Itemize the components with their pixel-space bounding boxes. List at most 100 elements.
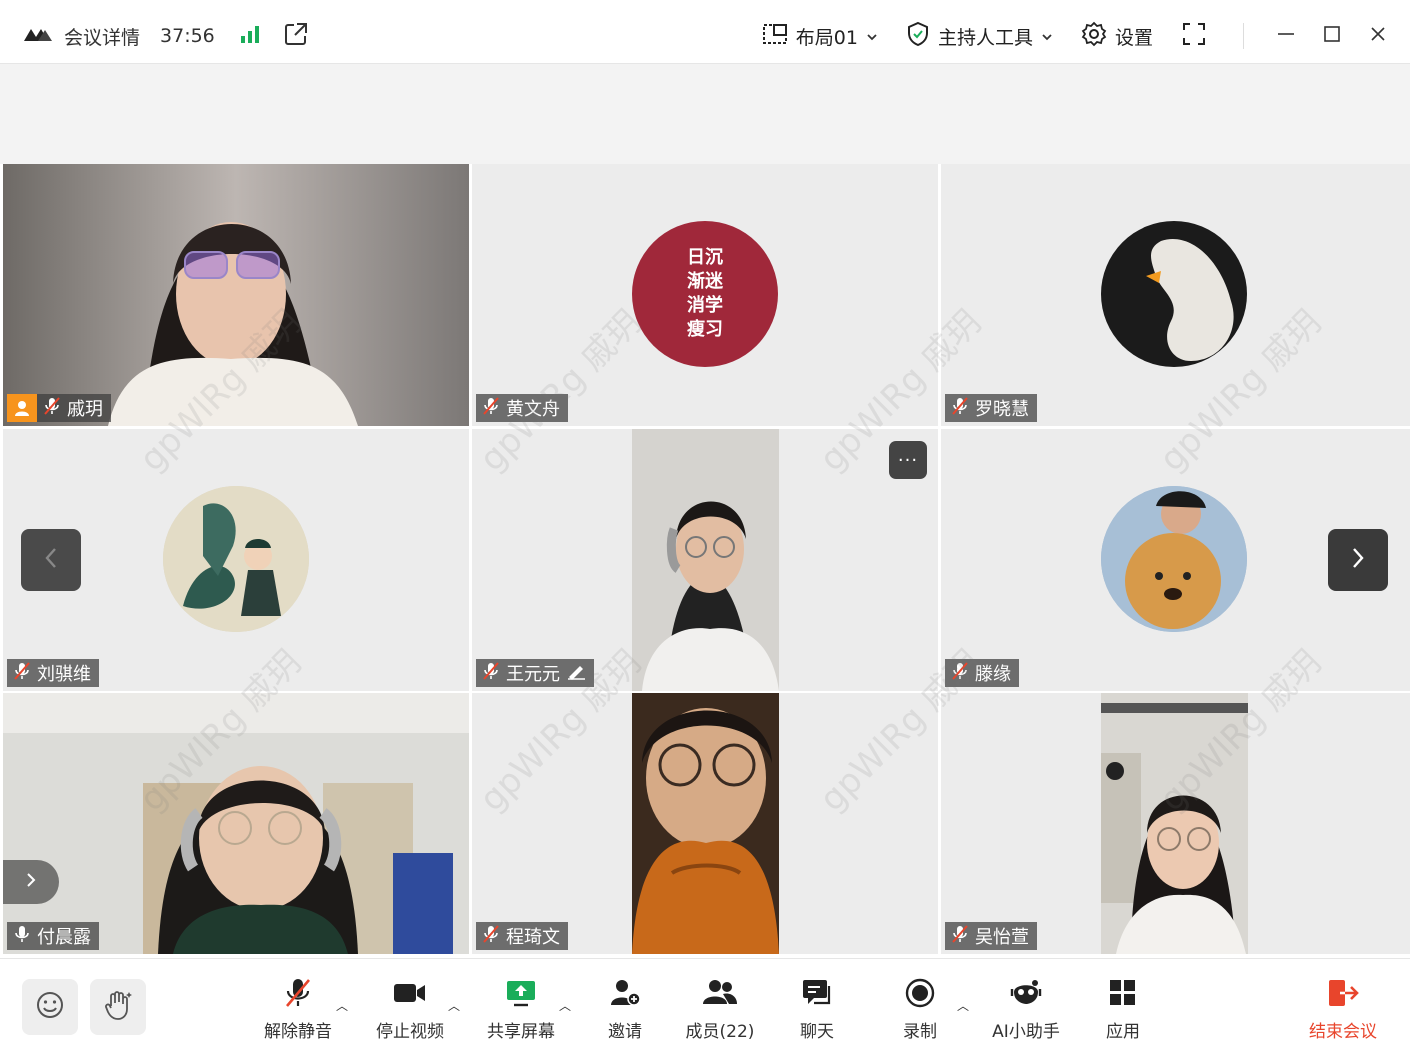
participant-name: 滕缘 [975,664,1011,685]
maximize-button[interactable] [1322,24,1342,48]
mic-icon [13,924,31,949]
chat-label: 聊天 [800,1022,834,1042]
participant-name-bar: 程琦文 [476,922,568,950]
record-icon [903,977,937,1013]
participant-name-bar: 王元元 [476,659,594,687]
maximize-icon [1322,24,1342,48]
participant-name: 黄文舟 [506,399,560,420]
signal-strength-icon[interactable] [239,24,261,48]
chat-icon [800,977,834,1013]
avatar-text-line: 日沉 [687,247,723,268]
participant-name-bar: 刘骐维 [7,659,99,687]
title-bar: 会议详情 37:56 布局01 主持人工具 设置 [0,0,1410,64]
mic-muted-icon [482,396,500,421]
layout-label: 布局01 [795,26,858,49]
participant-tile[interactable]: 日沉 渐迷 消学 瘦习 黄文舟 [472,164,938,426]
participant-tile[interactable]: 刘骐维 [3,429,469,691]
apps-label: 应用 [1106,1022,1140,1042]
stop-video-button[interactable]: 停止视频 [365,977,455,1042]
layout-dropdown[interactable]: 布局01 [762,22,878,51]
mic-muted-icon [482,924,500,949]
previous-page-button[interactable] [21,529,81,591]
avatar: 日沉 渐迷 消学 瘦习 [632,221,778,367]
participant-name: 罗晓慧 [975,399,1029,420]
raise-hand-icon [103,989,133,1025]
members-button[interactable]: 成员(22) [675,977,765,1042]
avatar [1101,221,1247,367]
unmute-options-caret[interactable]: ︿ [336,997,348,1014]
participant-tile[interactable]: 戚玥 [3,164,469,426]
participant-tile[interactable]: 滕缘 [941,429,1410,691]
record-options-caret[interactable]: ︿ [957,997,969,1014]
apps-button[interactable]: 应用 [1078,977,1168,1042]
participant-name: 付晨露 [37,927,91,948]
participant-tile[interactable]: ··· 王元元 [472,429,938,691]
share-screen-button[interactable]: 共享屏幕 [476,977,566,1042]
share-link-icon[interactable] [283,21,309,51]
chat-button[interactable]: 聊天 [772,977,862,1042]
top-blank-area [0,64,1410,164]
layout-icon [762,22,788,51]
settings-label: 设置 [1114,26,1153,49]
reaction-button[interactable] [22,979,78,1035]
more-options-button[interactable]: ··· [889,441,927,479]
avatar-text-line: 渐迷 [687,271,723,292]
record-button[interactable]: 录制 [875,977,965,1042]
unmute-button[interactable]: 解除静音 [253,977,343,1042]
ai-assistant-label: AI小助手 [992,1022,1060,1042]
participant-video [3,693,469,954]
participant-video [1101,693,1248,954]
participant-video [3,164,469,426]
avatar-text-line: 消学 [687,295,723,316]
ai-assistant-button[interactable]: AI小助手 [981,977,1071,1042]
mic-muted-icon [281,977,315,1013]
participant-tile[interactable]: 付晨露 [3,693,469,954]
host-badge-icon [7,394,37,422]
minimize-button[interactable] [1276,24,1296,48]
meeting-details-link[interactable]: 会议详情 [64,23,140,50]
host-tools-dropdown[interactable]: 主持人工具 [906,21,1053,52]
participant-name: 程琦文 [506,927,560,948]
avatar [1101,486,1247,632]
smiley-icon [35,990,65,1024]
raise-hand-button[interactable] [90,979,146,1035]
close-button[interactable] [1368,24,1388,48]
participant-name: 戚玥 [67,399,103,420]
settings-button[interactable]: 设置 [1081,21,1153,52]
next-page-button[interactable] [1328,529,1388,591]
avatar [163,486,309,632]
mic-muted-icon [43,396,61,421]
avatar-text-line: 瘦习 [687,319,723,340]
participant-name-bar: 付晨露 [7,922,99,950]
participant-name: 王元元 [506,664,560,685]
minimize-icon [1276,24,1296,48]
end-meeting-button[interactable]: 结束会议 [1298,977,1388,1042]
participant-name-bar: 吴怡萱 [945,922,1037,950]
invite-label: 邀请 [608,1022,642,1042]
share-screen-label: 共享屏幕 [487,1022,555,1042]
expand-sidebar-button[interactable] [3,860,59,904]
participant-tile[interactable]: 罗晓慧 [941,164,1410,426]
invite-button[interactable]: 邀请 [580,977,670,1042]
participant-name-bar: 罗晓慧 [945,394,1037,422]
gear-icon [1081,21,1107,52]
close-icon [1368,24,1388,48]
fullscreen-button[interactable] [1181,21,1207,52]
video-options-caret[interactable]: ︿ [448,997,460,1014]
participant-name: 吴怡萱 [975,927,1029,948]
members-label: 成员(22) [685,1022,755,1042]
participant-video [632,429,779,691]
participant-tile[interactable]: 程琦文 [472,693,938,954]
mic-muted-icon [13,661,31,686]
participant-tile[interactable]: 吴怡萱 [941,693,1410,954]
divider [1243,23,1244,49]
pen-icon [566,662,586,685]
stop-video-label: 停止视频 [376,1022,444,1042]
share-screen-icon [504,977,538,1013]
participant-name-bar: 黄文舟 [476,394,568,422]
unmute-label: 解除静音 [264,1022,332,1042]
mic-muted-icon [951,924,969,949]
video-grid: 戚玥 日沉 渐迷 消学 瘦习 黄文舟 罗晓慧 刘骐维 ··· 王元元 滕缘 付晨… [3,164,1410,954]
end-meeting-label: 结束会议 [1309,1022,1377,1042]
share-options-caret[interactable]: ︿ [559,997,571,1014]
